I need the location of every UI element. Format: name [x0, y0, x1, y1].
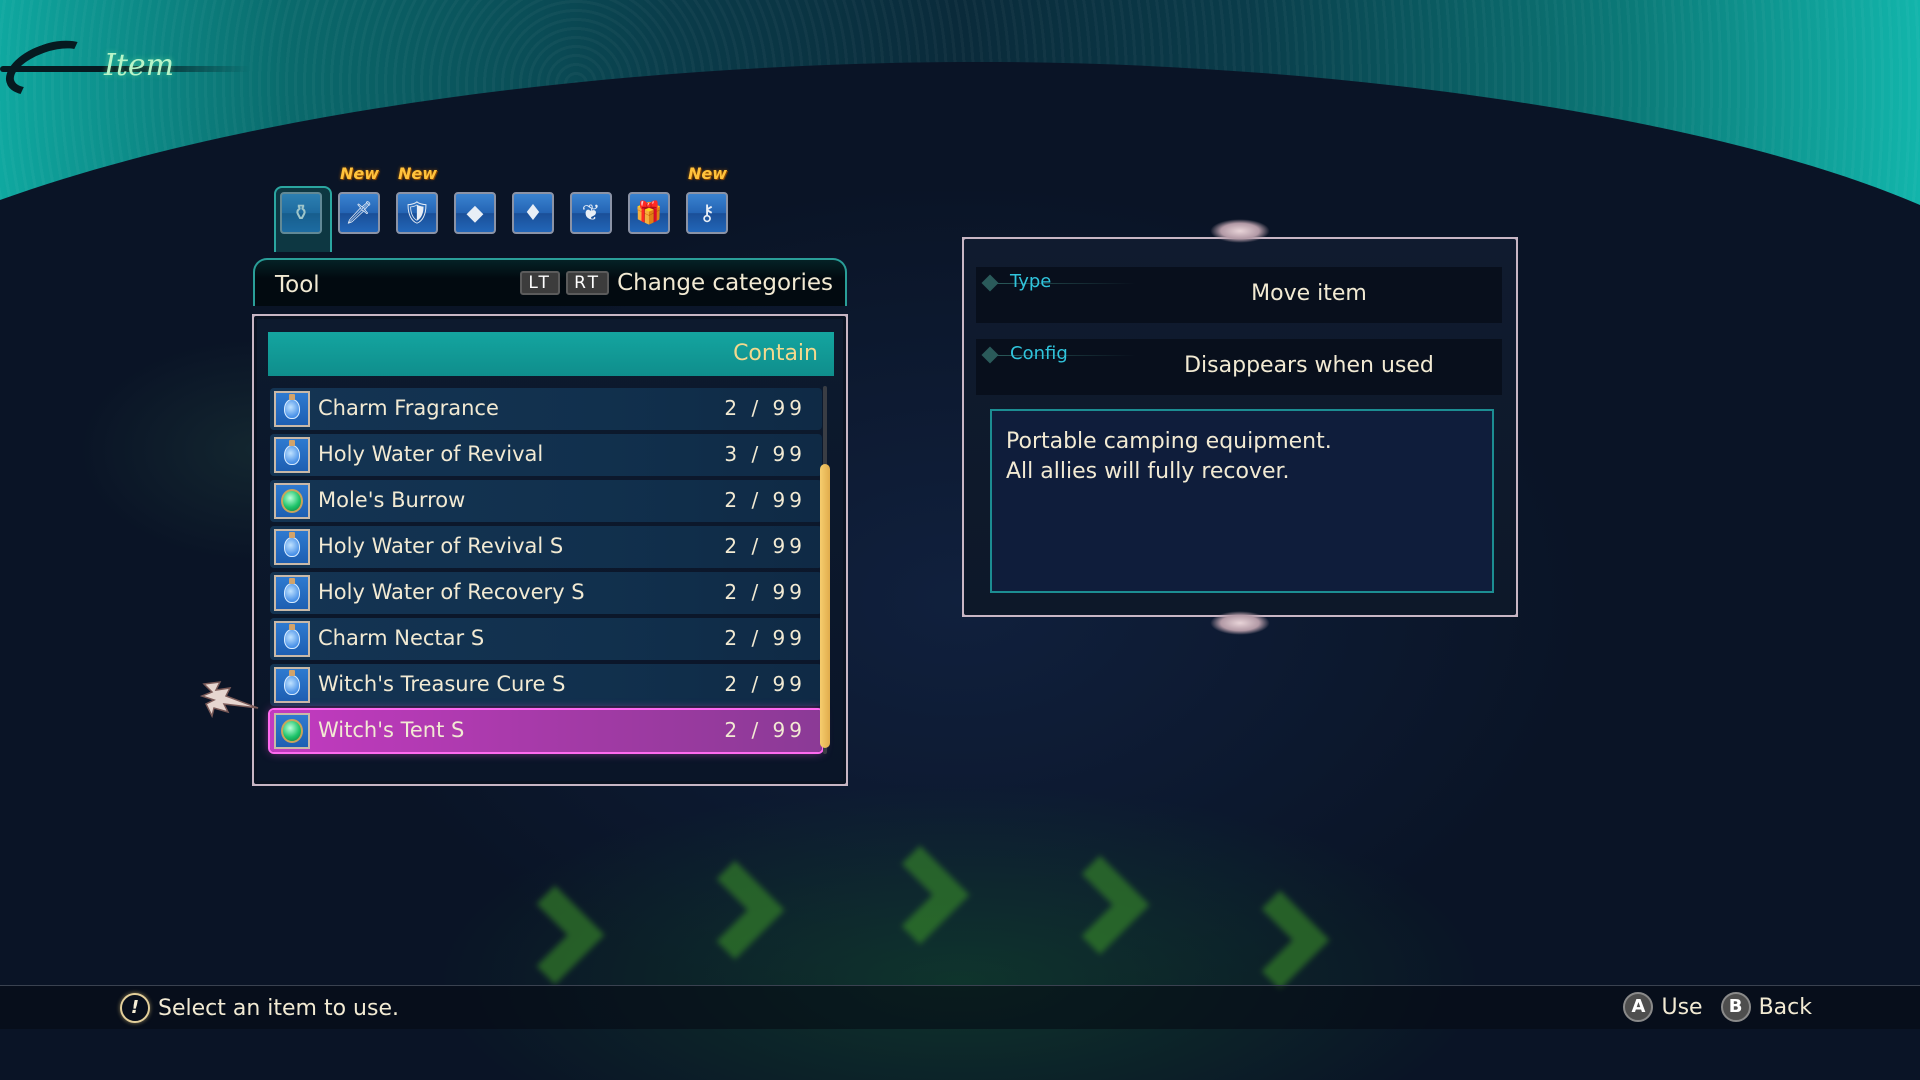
b-button-icon[interactable]: B	[1720, 992, 1751, 1022]
column-header: Contain	[268, 332, 834, 376]
bg-chevron	[685, 860, 785, 960]
item-count: 2 / 99	[724, 718, 806, 742]
frame-corner	[1496, 237, 1518, 259]
potion-icon	[274, 391, 310, 427]
frame-corner	[962, 595, 984, 617]
config-value: Disappears when used	[1184, 353, 1434, 378]
armor-icon: 🛡	[396, 192, 438, 234]
tab-crystal[interactable]: ♦	[512, 192, 554, 234]
item-count: 2 / 99	[724, 672, 806, 696]
category-name: Tool	[275, 272, 320, 298]
item-name: Charm Fragrance	[318, 396, 499, 420]
new-badge: New	[340, 164, 380, 183]
a-button-icon[interactable]: A	[1623, 992, 1654, 1022]
crest-ornament	[1210, 219, 1270, 243]
item-name: Witch's Treasure Cure S	[318, 672, 566, 696]
potion-icon	[274, 667, 310, 703]
new-badge: New	[398, 164, 438, 183]
list-item[interactable]: Witch's Treasure Cure S 2 / 99	[270, 664, 822, 706]
rt-button[interactable]: RT	[566, 271, 610, 295]
description-box: Portable camping equipment. All allies w…	[990, 409, 1494, 593]
list-item[interactable]: Charm Nectar S 2 / 99	[270, 618, 822, 660]
tab-armor[interactable]: New 🛡	[396, 164, 438, 234]
item-count: 2 / 99	[724, 626, 806, 650]
bg-chevron	[505, 885, 605, 985]
item-name: Witch's Tent S	[318, 718, 465, 742]
type-row: Type Move item	[976, 267, 1502, 323]
frame-corner	[962, 237, 984, 259]
bg-chevron	[1050, 855, 1150, 955]
potion-icon	[274, 621, 310, 657]
item-list: Charm Fragrance 2 / 99 Holy Water of Rev…	[270, 388, 822, 756]
exclamation-icon: !	[120, 993, 150, 1023]
material-icon: ❦	[570, 192, 612, 234]
change-category-label: Change categories	[617, 270, 833, 296]
key-icon: ⚷	[686, 192, 728, 234]
screen-title: Item	[0, 30, 260, 108]
gem-icon	[274, 483, 310, 519]
sword-icon: 🗡	[338, 192, 380, 234]
item-name: Holy Water of Revival S	[318, 534, 564, 558]
item-name: Holy Water of Recovery S	[318, 580, 585, 604]
scroll-thumb[interactable]	[820, 464, 830, 748]
header-banner	[0, 0, 1920, 210]
selection-cursor-icon	[200, 681, 259, 718]
screen-title-text: Item	[104, 48, 175, 83]
item-name: Charm Nectar S	[318, 626, 485, 650]
crystal-icon: ♦	[512, 192, 554, 234]
tab-weapon[interactable]: New 🗡	[338, 164, 380, 234]
help-message: ! Select an item to use.	[120, 993, 399, 1023]
frame-corner	[252, 764, 274, 786]
use-button-label[interactable]: Use	[1661, 995, 1702, 1020]
contain-column-label: Contain	[733, 341, 818, 366]
item-list-panel: Contain Charm Fragrance 2 / 99 Holy Wate…	[252, 314, 848, 786]
pendant-icon: ◆	[454, 192, 496, 234]
frame-corner	[1496, 595, 1518, 617]
list-item[interactable]: Mole's Burrow 2 / 99	[270, 480, 822, 522]
footer-bar: ! Select an item to use. A Use B Back	[0, 985, 1920, 1029]
item-count: 3 / 99	[724, 442, 806, 466]
crest-ornament	[1210, 611, 1270, 635]
list-item[interactable]: Charm Fragrance 2 / 99	[270, 388, 822, 430]
list-header: Tool LT RT Change categories	[253, 258, 847, 306]
item-count: 2 / 99	[724, 488, 806, 512]
help-text: Select an item to use.	[158, 995, 399, 1021]
config-row: Config Disappears when used	[976, 339, 1502, 395]
item-count: 2 / 99	[724, 580, 806, 604]
button-prompts: A Use B Back	[1623, 992, 1822, 1022]
tab-accessory[interactable]: ◆	[454, 192, 496, 234]
potion-bag-icon: ⚱	[280, 192, 322, 234]
frame-corner	[826, 764, 848, 786]
tab-gift[interactable]: 🎁	[628, 192, 670, 234]
gift-box-icon: 🎁	[628, 192, 670, 234]
list-item[interactable]: Holy Water of Recovery S 2 / 99	[270, 572, 822, 614]
category-tabs: ⚱ New 🗡 New 🛡 ◆ ♦ ❦ 🎁 New ⚷	[274, 164, 728, 252]
tab-tool[interactable]: ⚱	[274, 186, 332, 252]
item-count: 2 / 99	[724, 534, 806, 558]
item-detail-panel: Type Move item Config Disappears when us…	[962, 219, 1518, 635]
lt-button[interactable]: LT	[520, 271, 561, 295]
bg-chevron	[870, 845, 970, 945]
list-scrollbar[interactable]	[820, 386, 830, 754]
potion-icon	[274, 437, 310, 473]
gem-icon	[274, 713, 310, 749]
description-line: Portable camping equipment.	[1006, 429, 1332, 454]
tab-material[interactable]: ❦	[570, 192, 612, 234]
list-item[interactable]: Holy Water of Revival 3 / 99	[270, 434, 822, 476]
potion-icon	[274, 575, 310, 611]
change-category-hint: LT RT Change categories	[520, 270, 833, 296]
item-name: Mole's Burrow	[318, 488, 466, 512]
list-item[interactable]: Holy Water of Revival S 2 / 99	[270, 526, 822, 568]
list-item-selected[interactable]: Witch's Tent S 2 / 99	[270, 710, 822, 752]
item-count: 2 / 99	[724, 396, 806, 420]
type-value: Move item	[1251, 281, 1367, 306]
tab-key-item[interactable]: New ⚷	[686, 164, 728, 234]
new-badge: New	[688, 164, 728, 183]
item-name: Holy Water of Revival	[318, 442, 544, 466]
bg-chevron	[1230, 890, 1330, 990]
description-line: All allies will fully recover.	[1006, 459, 1290, 484]
back-button-label[interactable]: Back	[1759, 995, 1812, 1020]
potion-icon	[274, 529, 310, 565]
